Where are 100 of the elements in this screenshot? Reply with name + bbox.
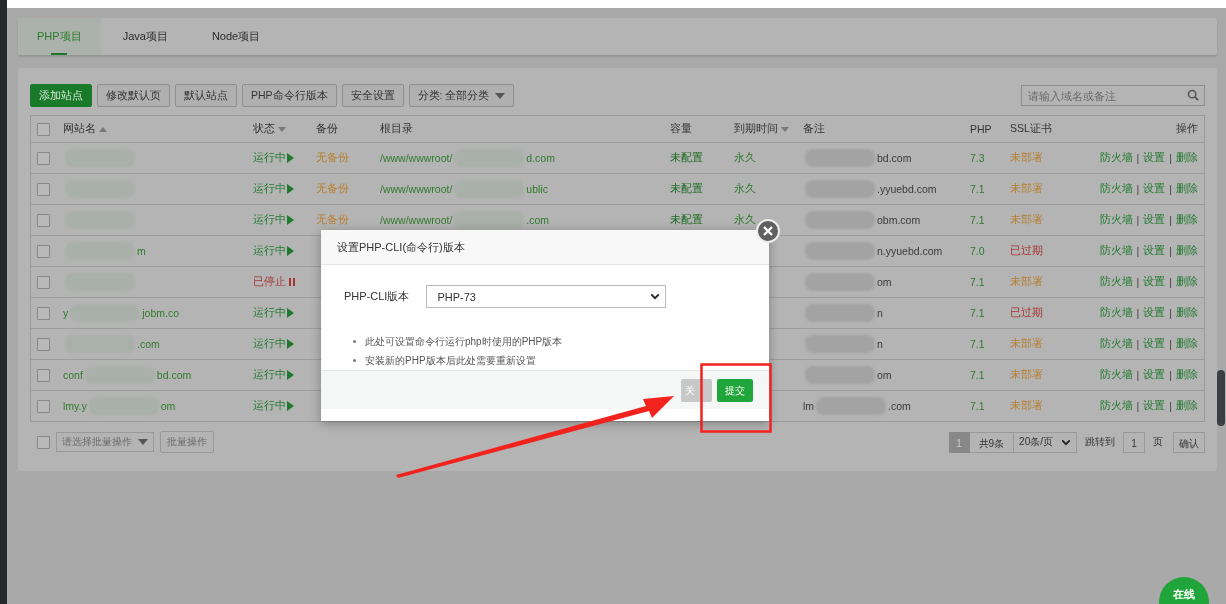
- page-input[interactable]: 1: [1123, 431, 1145, 453]
- checkbox[interactable]: [37, 151, 50, 165]
- toolbar-button[interactable]: 安全设置: [341, 84, 404, 107]
- site-name[interactable]: .com: [137, 338, 160, 350]
- tab[interactable]: PHP项目: [18, 18, 101, 55]
- checkbox[interactable]: [37, 368, 50, 382]
- action-link[interactable]: 防火墙: [1099, 182, 1133, 196]
- root-path[interactable]: /www/wwwroot/: [380, 183, 453, 195]
- php-version[interactable]: 7.3: [970, 152, 985, 164]
- site-name[interactable]: conf: [63, 369, 83, 381]
- toolbar-button[interactable]: 修改默认页: [97, 84, 170, 107]
- page-size-select[interactable]: 20条/页: [1014, 431, 1077, 453]
- expiry-link[interactable]: 永久: [734, 151, 756, 165]
- chat-button[interactable]: 在线: [1159, 577, 1209, 604]
- ssl-status[interactable]: 未部署: [1010, 337, 1043, 351]
- root-path[interactable]: /www/wwwroot/: [380, 214, 453, 226]
- column-header[interactable]: 备份: [316, 122, 338, 136]
- action-link[interactable]: 设置: [1143, 151, 1166, 165]
- status-link[interactable]: 运行中: [253, 213, 294, 227]
- ssl-status[interactable]: 未部署: [1010, 275, 1043, 289]
- search-field[interactable]: 请输入域名或备注: [1021, 85, 1205, 106]
- status-link[interactable]: 运行中: [253, 182, 294, 196]
- site-name[interactable]: lmy.y: [63, 400, 87, 412]
- column-header[interactable]: 根目录: [380, 122, 413, 136]
- status-link[interactable]: 运行中: [253, 244, 294, 258]
- ssl-status[interactable]: 已过期: [1010, 306, 1043, 320]
- tab[interactable]: Node项目: [189, 18, 283, 55]
- backup-link[interactable]: 无备份: [316, 151, 349, 165]
- capacity-link[interactable]: 未配置: [670, 182, 703, 196]
- action-link[interactable]: 删除: [1176, 337, 1198, 351]
- scrollbar[interactable]: [1217, 370, 1225, 426]
- submit-button[interactable]: 提交: [717, 378, 753, 402]
- checkbox[interactable]: [37, 275, 50, 289]
- ssl-status[interactable]: 未部署: [1010, 151, 1043, 165]
- action-link[interactable]: 删除: [1176, 151, 1198, 165]
- column-header[interactable]: 网站名: [63, 122, 107, 136]
- column-header[interactable]: SSL证书: [1010, 122, 1052, 136]
- checkbox[interactable]: [37, 337, 50, 351]
- action-link[interactable]: 防火墙: [1099, 368, 1133, 382]
- toolbar-button[interactable]: PHP命令行版本: [242, 84, 337, 107]
- action-link[interactable]: 防火墙: [1099, 213, 1133, 227]
- bulk-button[interactable]: 批量操作: [160, 431, 214, 453]
- site-name[interactable]: bd.com: [156, 369, 192, 381]
- backup-link[interactable]: 无备份: [316, 213, 349, 227]
- column-header[interactable]: 到期时间: [734, 122, 789, 136]
- checkbox[interactable]: [37, 399, 50, 413]
- page-button[interactable]: 1: [948, 431, 970, 453]
- site-name[interactable]: om: [160, 400, 176, 412]
- action-link[interactable]: 防火墙: [1099, 399, 1133, 413]
- status-link[interactable]: 已停止: [253, 275, 295, 289]
- action-link[interactable]: 删除: [1176, 244, 1198, 258]
- checkbox[interactable]: [37, 182, 50, 196]
- action-link[interactable]: 删除: [1176, 399, 1198, 413]
- search-icon[interactable]: [1187, 89, 1199, 101]
- action-link[interactable]: 删除: [1176, 182, 1198, 196]
- column-header[interactable]: 容量: [670, 122, 692, 136]
- action-link[interactable]: 防火墙: [1099, 244, 1133, 258]
- status-link[interactable]: 运行中: [253, 337, 294, 351]
- version-select[interactable]: PHP-73: [426, 285, 667, 308]
- checkbox[interactable]: [37, 122, 50, 136]
- site-name[interactable]: m: [137, 245, 146, 257]
- backup-link[interactable]: 无备份: [316, 182, 349, 196]
- ssl-status[interactable]: 未部署: [1010, 182, 1043, 196]
- php-version[interactable]: 7.1: [970, 369, 985, 381]
- status-link[interactable]: 运行中: [253, 399, 294, 413]
- expiry-link[interactable]: 永久: [734, 182, 756, 196]
- status-link[interactable]: 运行中: [253, 368, 294, 382]
- checkbox[interactable]: [37, 213, 50, 227]
- action-link[interactable]: 防火墙: [1099, 275, 1133, 289]
- action-link[interactable]: 防火墙: [1099, 337, 1133, 351]
- php-version[interactable]: 7.1: [970, 338, 985, 350]
- tab[interactable]: Java项目: [100, 18, 190, 55]
- checkbox[interactable]: [37, 435, 50, 449]
- action-link[interactable]: 设置: [1143, 337, 1166, 351]
- toolbar-button[interactable]: 添加站点: [30, 84, 92, 107]
- category-dropdown[interactable]: 分类: 全部分类: [408, 84, 515, 107]
- checkbox[interactable]: [37, 244, 50, 258]
- php-version[interactable]: 7.1: [970, 214, 985, 226]
- ssl-status[interactable]: 未部署: [1010, 213, 1043, 227]
- column-header[interactable]: 状态: [253, 122, 286, 136]
- root-path[interactable]: d.com: [526, 152, 555, 164]
- capacity-link[interactable]: 未配置: [670, 151, 703, 165]
- checkbox[interactable]: [37, 306, 50, 320]
- root-path[interactable]: ublic: [526, 183, 548, 195]
- status-link[interactable]: 运行中: [253, 306, 294, 320]
- ssl-status[interactable]: 未部署: [1010, 399, 1043, 413]
- site-name[interactable]: y: [63, 307, 69, 319]
- column-header[interactable]: 备注: [803, 122, 825, 136]
- action-link[interactable]: 设置: [1143, 306, 1166, 320]
- action-link[interactable]: 防火墙: [1099, 306, 1133, 320]
- root-path[interactable]: /www/wwwroot/: [380, 152, 453, 164]
- php-version[interactable]: 7.1: [970, 276, 985, 288]
- action-link[interactable]: 防火墙: [1099, 151, 1133, 165]
- capacity-link[interactable]: 未配置: [670, 213, 703, 227]
- action-link[interactable]: 设置: [1143, 368, 1166, 382]
- ssl-status[interactable]: 已过期: [1010, 244, 1043, 258]
- root-path[interactable]: .com: [526, 214, 550, 226]
- php-version[interactable]: 7.1: [970, 183, 985, 195]
- action-link[interactable]: 删除: [1176, 275, 1198, 289]
- status-link[interactable]: 运行中: [253, 151, 294, 165]
